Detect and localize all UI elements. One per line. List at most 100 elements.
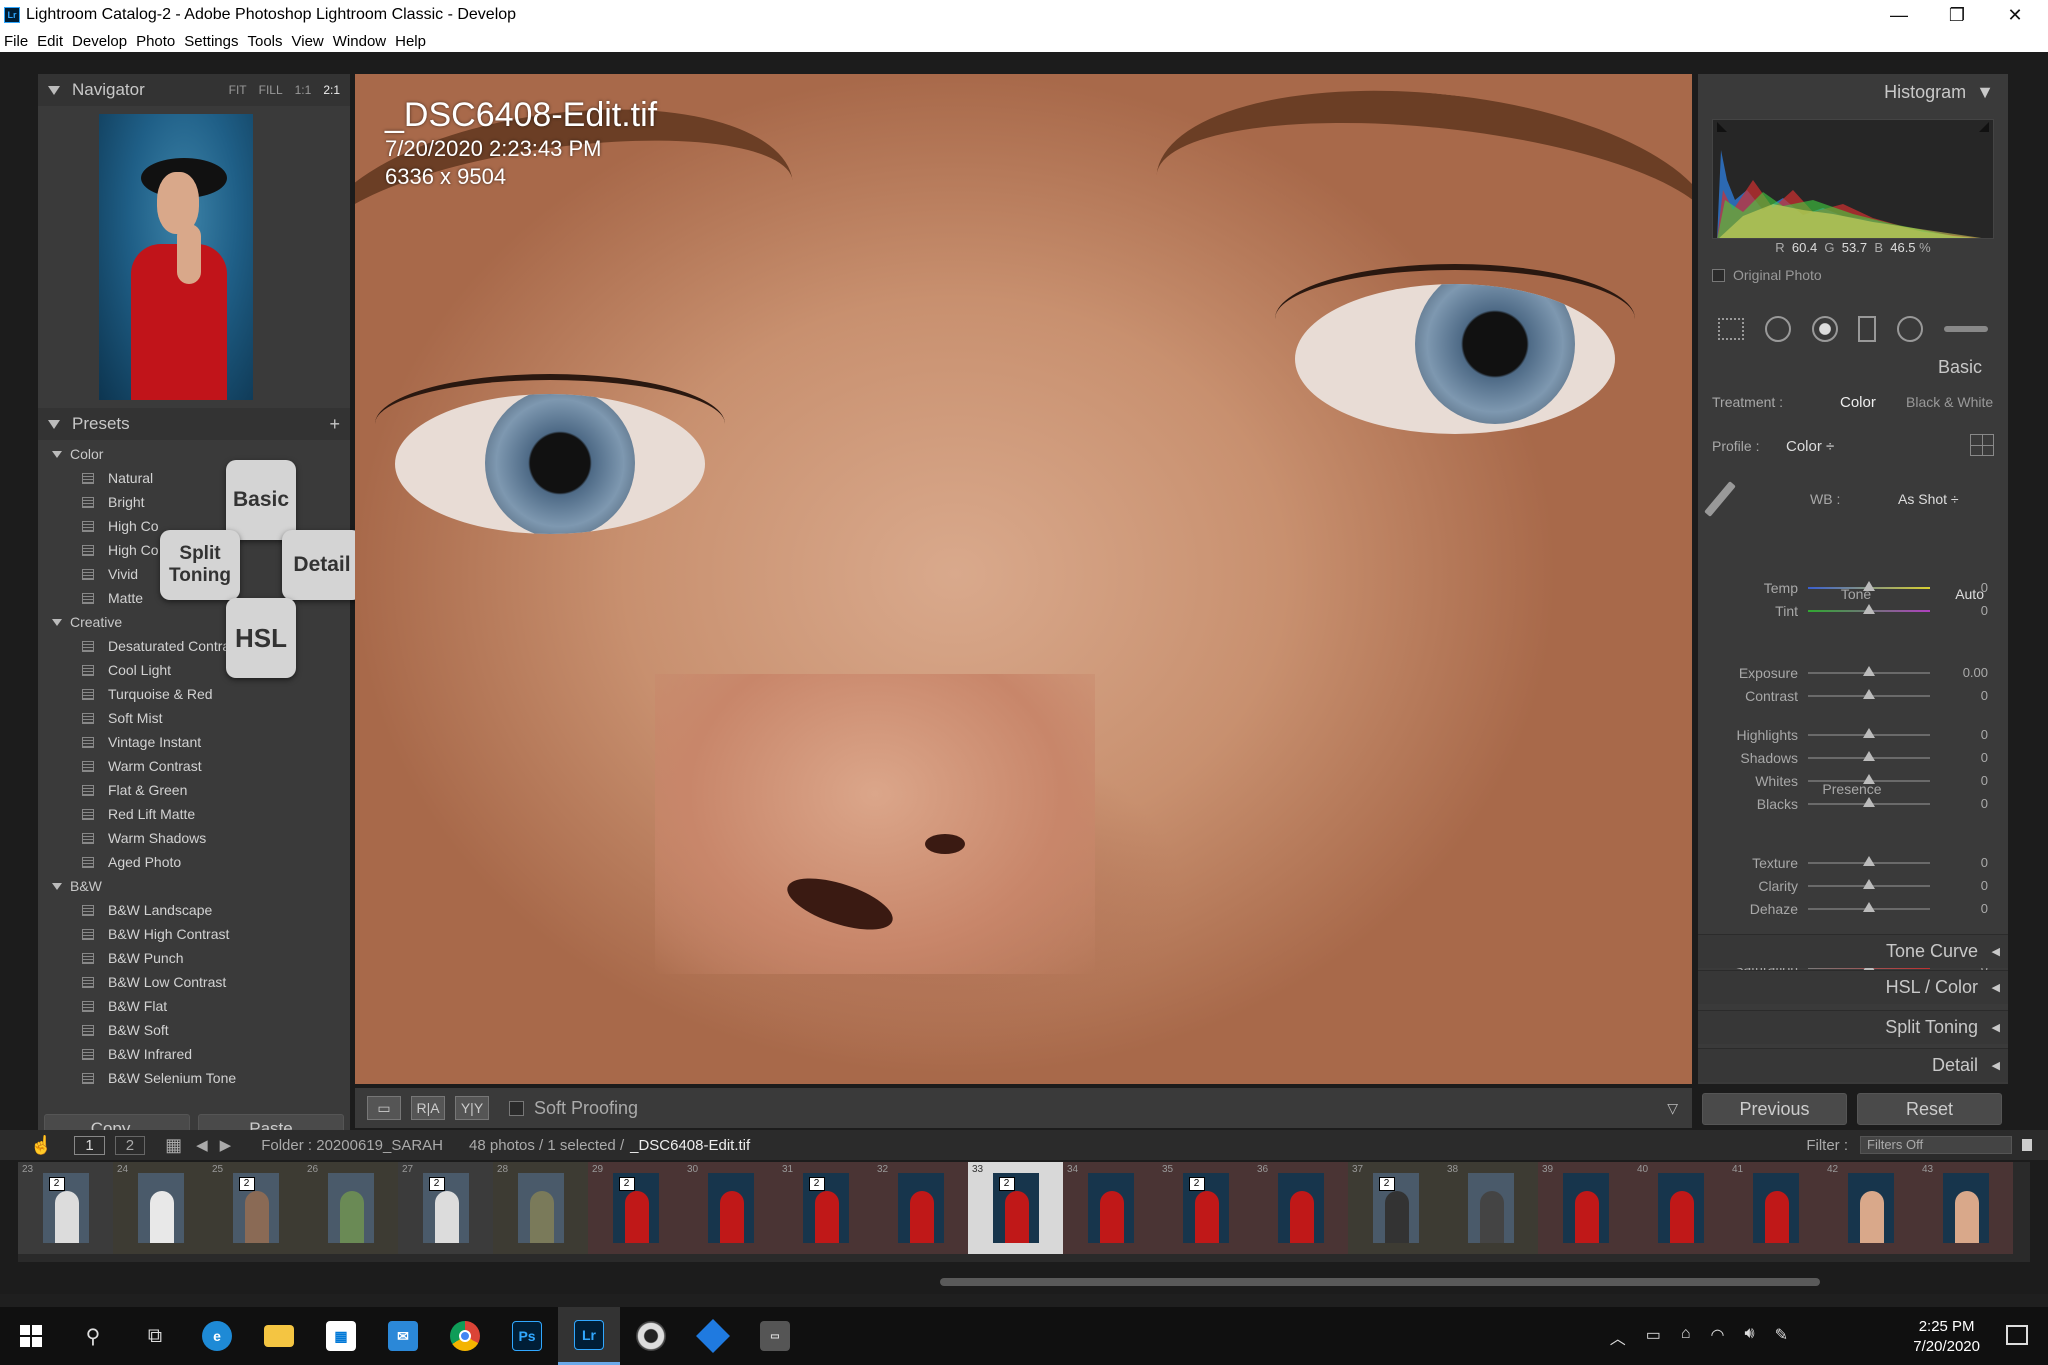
filmstrip-thumbnail[interactable]: 25 2 <box>208 1162 303 1254</box>
preset-item[interactable]: Soft Mist <box>38 706 350 730</box>
slider-knob-clarity[interactable] <box>1863 879 1875 889</box>
filmstrip-thumbnail[interactable]: 28 <box>493 1162 588 1254</box>
spot-removal-tool-icon[interactable] <box>1764 316 1791 342</box>
slider-value-shadows[interactable]: 0 <box>1948 750 1988 765</box>
close-button[interactable]: ✕ <box>1986 0 2044 30</box>
slider-value-contrast[interactable]: 0 <box>1948 688 1988 703</box>
radial-filter-icon[interactable] <box>1896 316 1923 342</box>
stack-badge[interactable]: 2 <box>808 1177 825 1191</box>
stack-badge[interactable]: 2 <box>428 1177 445 1191</box>
mail-icon[interactable]: ✉ <box>372 1307 434 1365</box>
histogram-header[interactable]: Histogram ▼ <box>1884 82 1994 103</box>
radial-split-toning-button[interactable]: Split Toning <box>160 530 240 600</box>
wb-dropdown[interactable]: As Shot ÷ <box>1898 491 1959 507</box>
zoom-1-1[interactable]: 1:1 <box>295 83 312 97</box>
slider-knob-highlights[interactable] <box>1863 728 1875 738</box>
stack-badge[interactable]: 2 <box>618 1177 635 1191</box>
radial-hsl-button[interactable]: HSL <box>226 598 296 678</box>
radial-detail-button[interactable]: Detail <box>282 530 362 600</box>
graduated-filter-icon[interactable] <box>1858 316 1877 342</box>
treatment-color-button[interactable]: Color <box>1840 394 1876 411</box>
basic-panel-title[interactable]: Basic <box>1938 357 1982 378</box>
reset-button[interactable]: Reset <box>1857 1093 2002 1125</box>
stack-badge[interactable]: 2 <box>238 1177 255 1191</box>
slider-knob-blacks[interactable] <box>1863 797 1875 807</box>
tray-pen-icon[interactable]: ✎ <box>1775 1325 1788 1349</box>
detail-panel-header[interactable]: Detail ◀ <box>1698 1048 2008 1082</box>
photoshop-icon[interactable]: Ps <box>496 1307 558 1365</box>
tray-chevron-icon[interactable]: ︿ <box>1610 1325 1626 1349</box>
slider-value-texture[interactable]: 0 <box>1948 855 1988 870</box>
slider-value-exposure[interactable]: 0.00 <box>1948 665 1988 680</box>
cube-app-icon[interactable] <box>682 1307 744 1365</box>
shadow-clipping-icon[interactable] <box>1717 122 1727 132</box>
preset-item[interactable]: Warm Shadows <box>38 826 350 850</box>
loupe-view-button[interactable]: ▭ <box>367 1096 401 1120</box>
slider-value-tint[interactable]: 0 <box>1948 603 1988 618</box>
red-eye-tool-icon[interactable] <box>1811 316 1838 342</box>
zoom-fit[interactable]: FIT <box>229 83 247 97</box>
tray-network-icon[interactable]: ⌂ <box>1681 1325 1691 1349</box>
preset-item[interactable]: B&W High Contrast <box>38 922 350 946</box>
back-arrow-icon[interactable]: ◀ <box>196 1136 208 1154</box>
display-1-button[interactable]: 1 <box>74 1135 105 1155</box>
preset-item[interactable]: Cool Light <box>38 658 350 682</box>
profile-dropdown[interactable]: Color ÷ <box>1786 438 1834 455</box>
add-preset-icon[interactable]: + <box>329 414 340 435</box>
lightroom-icon[interactable]: Lr <box>558 1307 620 1365</box>
slider-knob-tint[interactable] <box>1863 604 1875 614</box>
preset-item[interactable]: Turquoise & Red <box>38 682 350 706</box>
preset-item[interactable]: B&W Low Contrast <box>38 970 350 994</box>
navigator-header[interactable]: Navigator FIT FILL 1:1 2:1 <box>38 74 350 106</box>
tray-display-icon[interactable]: ▭ <box>1646 1325 1661 1349</box>
filmstrip-thumbnail[interactable]: 29 2 <box>588 1162 683 1254</box>
slider-knob-temp[interactable] <box>1863 581 1875 591</box>
filmstrip-thumbnail[interactable]: 30 <box>683 1162 778 1254</box>
menu-edit[interactable]: Edit <box>37 33 63 50</box>
menu-photo[interactable]: Photo <box>136 33 175 50</box>
before-after-button[interactable]: R|A <box>411 1096 445 1120</box>
filmstrip-thumbnail[interactable]: 41 <box>1728 1162 1823 1254</box>
toolbar-menu-chevron-icon[interactable]: ▽ <box>1667 1100 1678 1117</box>
menu-develop[interactable]: Develop <box>72 33 127 50</box>
filmstrip-thumbnail[interactable]: 39 <box>1538 1162 1633 1254</box>
zoom-fill[interactable]: FILL <box>259 83 283 97</box>
stack-badge[interactable]: 2 <box>1378 1177 1395 1191</box>
wb-eyedropper-icon[interactable] <box>1704 481 1736 517</box>
filmstrip-thumbnail[interactable]: 40 <box>1633 1162 1728 1254</box>
preset-group-color[interactable]: Color <box>38 442 350 466</box>
split-toning-panel-header[interactable]: Split Toning ◀ <box>1698 1010 2008 1044</box>
highlight-clipping-icon[interactable] <box>1979 122 1989 132</box>
tone-curve-panel-header[interactable]: Tone Curve ◀ <box>1698 934 2008 968</box>
file-explorer-icon[interactable] <box>248 1307 310 1365</box>
slider-value-dehaze[interactable]: 0 <box>1948 901 1988 916</box>
slider-knob-contrast[interactable] <box>1863 689 1875 699</box>
search-icon[interactable]: ⚲ <box>62 1307 124 1365</box>
filmstrip-scrollbar[interactable] <box>940 1278 1820 1286</box>
preset-item[interactable]: Vintage Instant <box>38 730 350 754</box>
windows-start-icon[interactable] <box>0 1307 62 1365</box>
filmstrip-thumbnail[interactable]: 34 <box>1063 1162 1158 1254</box>
menu-view[interactable]: View <box>292 33 324 50</box>
filmstrip-thumbnail[interactable]: 32 <box>873 1162 968 1254</box>
preset-item[interactable]: B&W Flat <box>38 994 350 1018</box>
filmstrip-thumbnail[interactable]: 23 2 <box>18 1162 113 1254</box>
filmstrip-thumbnail[interactable]: 43 <box>1918 1162 2013 1254</box>
preset-group-bw[interactable]: B&W <box>38 874 350 898</box>
tray-volume-icon[interactable]: 🔊︎ <box>1745 1325 1755 1349</box>
menu-window[interactable]: Window <box>333 33 386 50</box>
preset-item[interactable]: Warm Contrast <box>38 754 350 778</box>
preset-item[interactable]: B&W Punch <box>38 946 350 970</box>
tray-wifi-icon[interactable]: ◠ <box>1711 1325 1725 1349</box>
radial-basic-button[interactable]: Basic <box>226 460 296 540</box>
filmstrip-thumbnail[interactable]: 31 2 <box>778 1162 873 1254</box>
store-icon[interactable]: ▦ <box>310 1307 372 1365</box>
navigator-preview[interactable] <box>99 114 253 400</box>
camera-app-icon[interactable] <box>620 1307 682 1365</box>
task-view-icon[interactable]: ⧉ <box>124 1307 186 1365</box>
display-2-button[interactable]: 2 <box>114 1135 146 1155</box>
forward-arrow-icon[interactable]: ▶ <box>220 1136 232 1154</box>
adjustment-brush-icon[interactable] <box>1943 326 1988 332</box>
preset-item[interactable]: Bright <box>38 490 350 514</box>
slider-value-highlights[interactable]: 0 <box>1948 727 1988 742</box>
